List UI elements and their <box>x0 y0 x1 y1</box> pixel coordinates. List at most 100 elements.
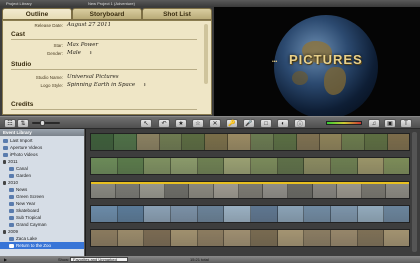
clip-frame-thumbnail <box>171 230 198 246</box>
library-item[interactable]: New Year <box>0 200 84 207</box>
library-item[interactable]: Grand Cayman <box>0 221 84 228</box>
music-button[interactable]: ♫ <box>368 119 380 128</box>
studio-title-prefix: ••• <box>272 59 278 65</box>
photos-button[interactable]: ▣ <box>384 119 396 128</box>
tab-storyboard[interactable]: Storyboard <box>72 8 142 20</box>
continent-shape <box>292 71 308 85</box>
star-event-icon <box>9 166 14 171</box>
clip-frame-thumbnail <box>384 230 409 246</box>
studio-name-field[interactable]: Universal Pictures <box>67 74 119 80</box>
audio-level-meter <box>326 121 362 125</box>
outline-scrollbar[interactable] <box>204 24 208 84</box>
project-tabs: Outline Storyboard Shot List <box>2 8 212 20</box>
clip-frame-thumbnail <box>331 158 358 174</box>
clip-frame-thumbnail <box>115 182 141 198</box>
tab-outline[interactable]: Outline <box>2 8 72 20</box>
library-item[interactable]: Last Import <box>0 137 84 144</box>
reject-button[interactable]: ✕ <box>209 119 221 128</box>
clip-frame-thumbnail <box>357 230 385 246</box>
library-toggle-button[interactable]: ☷ <box>4 119 16 128</box>
library-item[interactable]: Canal <box>0 165 84 172</box>
clip-frame-thumbnail <box>287 182 313 198</box>
info-button[interactable]: ⓘ <box>294 119 306 128</box>
clip-filmstrip[interactable] <box>90 157 410 175</box>
project-library-title[interactable]: Project Library <box>6 1 32 6</box>
clip-filmstrip[interactable] <box>90 205 410 223</box>
logo-style-select[interactable]: Spinning Earth in Space <box>67 82 135 88</box>
clip-frame-thumbnail <box>117 158 145 174</box>
clip-frame-thumbnail <box>277 206 305 222</box>
tab-shot-list[interactable]: Shot List <box>142 8 212 20</box>
release-date-field[interactable]: August 27 2011 <box>67 22 111 28</box>
library-folder[interactable]: 2009 <box>0 228 84 235</box>
library-item-selected[interactable]: Return to the Zoo <box>0 242 84 249</box>
credits-divider <box>11 109 197 110</box>
clip-frame-thumbnail <box>197 230 225 246</box>
clip-frame-thumbnail <box>182 134 206 150</box>
library-item[interactable]: News <box>0 186 84 193</box>
clip-frame-thumbnail <box>384 158 409 174</box>
library-folder[interactable]: 2010 <box>0 179 84 186</box>
library-item[interactable]: Sub Tropical <box>0 214 84 221</box>
clip-frame-thumbnail <box>171 158 198 174</box>
adjust-button[interactable]: ◐ <box>277 119 289 128</box>
thumbnail-size-slider[interactable] <box>32 122 60 124</box>
clip-frame-thumbnail <box>304 158 331 174</box>
titles-button[interactable]: T <box>400 119 412 128</box>
clip-frame-thumbnail <box>91 230 118 246</box>
thumbnail-size-knob[interactable] <box>40 120 45 126</box>
clip-frame-thumbnail <box>205 134 229 150</box>
main-toolbar: ☷ ⇅ ↖ ↶ ★ ☆ ✕ 🔑 🎤 □ ◐ ⓘ ♫ ▣ T <box>0 116 420 129</box>
clip-frame-thumbnail <box>273 134 297 150</box>
logo-style-chevron-icon[interactable]: ⇕ <box>143 82 146 87</box>
favorite-button[interactable]: ★ <box>175 119 187 128</box>
clip-filmstrip[interactable] <box>90 133 410 151</box>
clip-frame-thumbnail <box>159 134 183 150</box>
clip-frame-thumbnail <box>136 134 160 150</box>
clip-frame-thumbnail <box>277 230 305 246</box>
star-field[interactable]: Max Power <box>67 42 98 48</box>
crop-button[interactable]: □ <box>260 119 272 128</box>
library-item[interactable]: Zaca Lake <box>0 235 84 242</box>
gender-select[interactable]: Male <box>67 50 81 56</box>
clip-frame-thumbnail <box>91 158 118 174</box>
unmark-button[interactable]: ☆ <box>192 119 204 128</box>
gender-chevron-icon[interactable]: ⇕ <box>89 50 92 55</box>
select-tool-button[interactable]: ↖ <box>140 119 152 128</box>
library-item[interactable]: Green Screen <box>0 193 84 200</box>
clip-frame-thumbnail <box>331 206 358 222</box>
clip-frame-thumbnail <box>91 182 116 198</box>
clip-frame-thumbnail <box>238 182 264 198</box>
undo-button[interactable]: ↶ <box>158 119 170 128</box>
library-folder[interactable]: 2011 <box>0 158 84 165</box>
library-item[interactable]: Garden <box>0 172 84 179</box>
clip-frame-thumbnail <box>117 206 145 222</box>
clip-frame-thumbnail <box>164 182 190 198</box>
clip-frame-thumbnail <box>251 206 278 222</box>
clip-frame-thumbnail <box>388 134 409 150</box>
star-event-icon <box>9 215 14 220</box>
keyword-button[interactable]: 🔑 <box>226 119 238 128</box>
clip-frame-thumbnail <box>296 134 320 150</box>
library-action-icon[interactable]: ▶ <box>4 257 7 262</box>
preview-viewer[interactable]: ••• PICTURES <box>214 7 420 116</box>
clip-frame-thumbnail <box>214 182 239 198</box>
event-browser-scrollbar[interactable] <box>412 132 417 252</box>
clip-filmstrip[interactable] <box>90 181 410 199</box>
show-filter-select[interactable]: Favorites and Unmarked <box>70 257 128 262</box>
aperture-icon <box>3 145 8 150</box>
clip-frame-thumbnail <box>304 206 331 222</box>
library-item[interactable]: Skateboard <box>0 207 84 214</box>
project-panel: Outline Storyboard Shot List Release Dat… <box>0 7 214 116</box>
clip-filmstrip[interactable] <box>90 229 410 247</box>
clip-frame-thumbnail <box>140 182 165 198</box>
star-event-icon <box>9 222 14 227</box>
library-item[interactable]: iPhoto Videos <box>0 151 84 158</box>
clip-frame-thumbnail <box>171 206 198 222</box>
clip-frame-thumbnail <box>228 134 251 150</box>
swap-button[interactable]: ⇅ <box>17 119 29 128</box>
library-item[interactable]: Aperture Videos <box>0 144 84 151</box>
clip-frame-thumbnail <box>361 182 387 198</box>
voiceover-button[interactable]: 🎤 <box>243 119 255 128</box>
clip-frame-thumbnail <box>263 182 288 198</box>
